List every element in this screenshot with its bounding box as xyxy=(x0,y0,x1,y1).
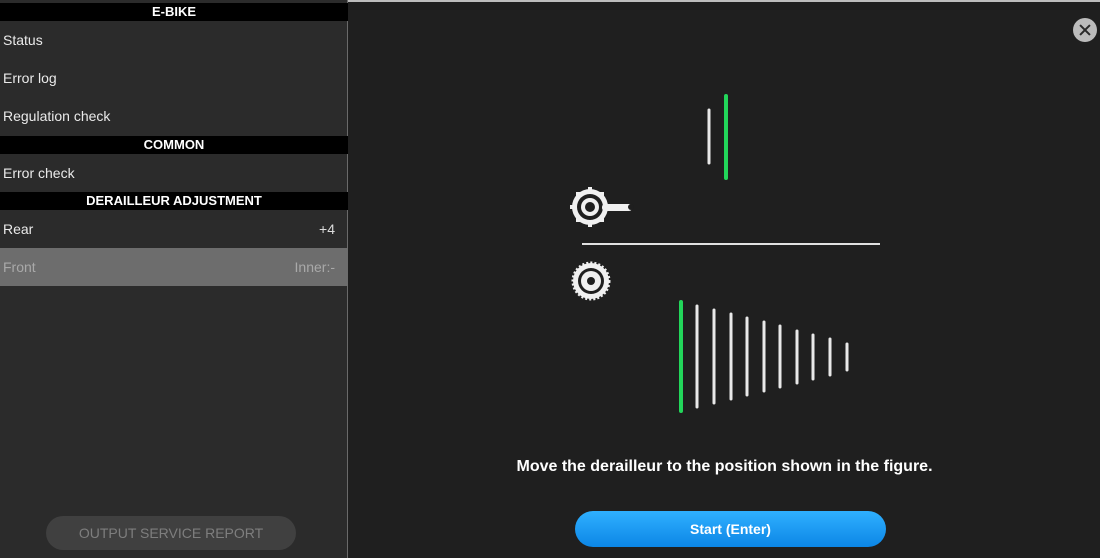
sidebar-item-label: Status xyxy=(3,32,43,48)
sidebar-item-error-check[interactable]: Error check xyxy=(0,154,348,192)
output-service-report-button[interactable]: OUTPUT SERVICE REPORT xyxy=(46,516,296,550)
sidebar-item-label: Front xyxy=(3,259,36,275)
section-header-ebike: E-BIKE xyxy=(0,3,348,21)
sidebar-item-label: Error log xyxy=(3,70,57,86)
sidebar-item-rear[interactable]: Rear +4 xyxy=(0,210,348,248)
sidebar-item-error-log[interactable]: Error log xyxy=(0,59,348,97)
sidebar-item-front[interactable]: Front Inner:- xyxy=(0,248,348,286)
sidebar-item-value: Inner:- xyxy=(294,259,335,275)
sidebar-item-label: Rear xyxy=(3,221,34,237)
sidebar: E-BIKE Status Error log Regulation check… xyxy=(0,0,348,558)
sidebar-item-value: +4 xyxy=(319,221,335,237)
start-button[interactable]: Start (Enter) xyxy=(575,511,886,547)
sidebar-item-status[interactable]: Status xyxy=(0,21,348,59)
instruction-text: Move the derailleur to the position show… xyxy=(516,458,933,475)
close-icon[interactable] xyxy=(1073,18,1097,42)
section-header-common: COMMON xyxy=(0,136,348,154)
sidebar-item-label: Error check xyxy=(3,165,75,181)
sidebar-item-regulation-check[interactable]: Regulation check xyxy=(0,97,348,135)
sidebar-item-label: Regulation check xyxy=(3,108,111,124)
section-header-derailleur-adjustment: DERAILLEUR ADJUSTMENT xyxy=(0,192,348,210)
